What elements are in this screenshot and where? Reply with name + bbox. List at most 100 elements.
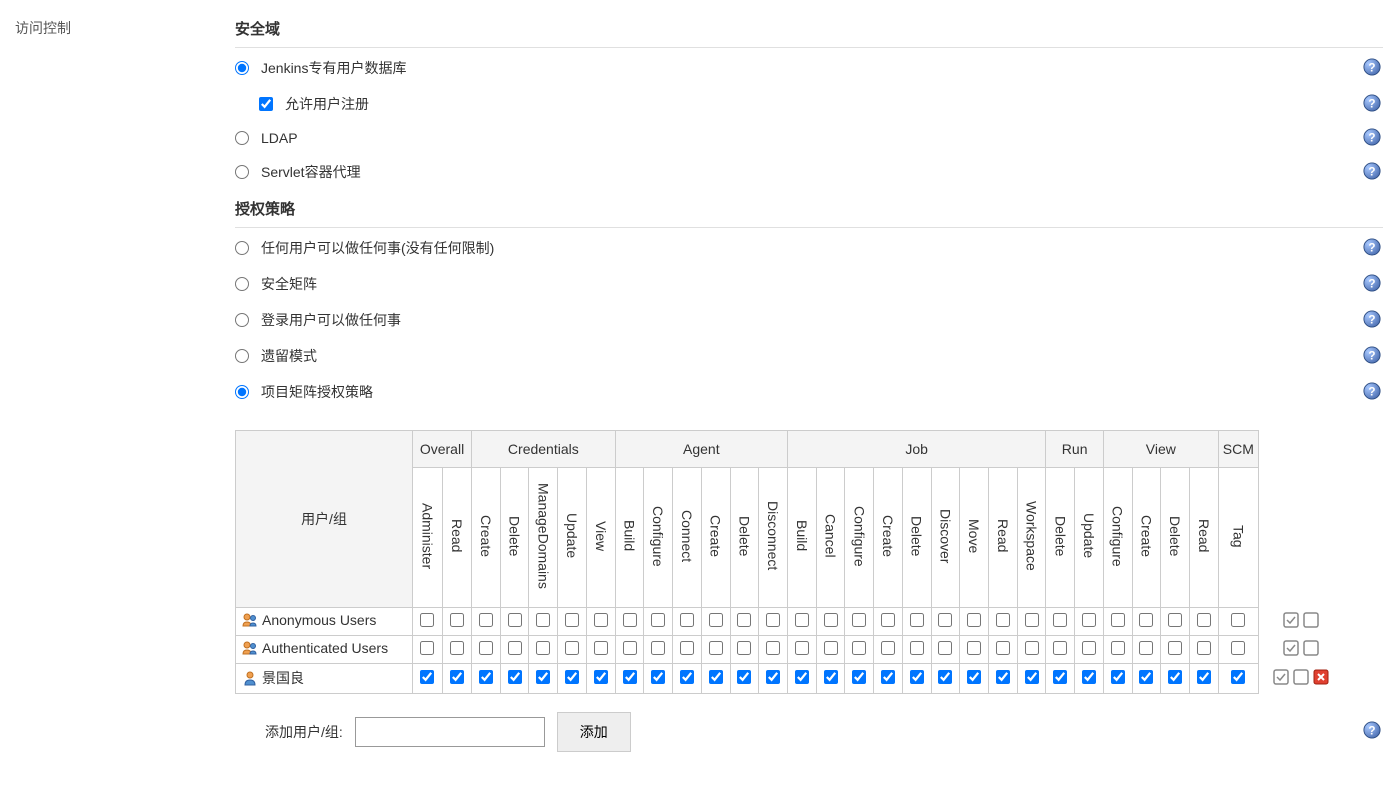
- help-icon[interactable]: ?: [1363, 58, 1381, 79]
- perm-checkbox[interactable]: [508, 613, 522, 627]
- perm-checkbox[interactable]: [938, 641, 952, 655]
- perm-checkbox[interactable]: [709, 641, 723, 655]
- perm-checkbox[interactable]: [536, 641, 550, 655]
- perm-checkbox[interactable]: [508, 641, 522, 655]
- perm-checkbox[interactable]: [479, 613, 493, 627]
- perm-checkbox[interactable]: [1168, 641, 1182, 655]
- perm-checkbox[interactable]: [1231, 641, 1245, 655]
- deselect-all-icon[interactable]: [1303, 640, 1319, 659]
- perm-checkbox[interactable]: [910, 613, 924, 627]
- perm-checkbox[interactable]: [996, 670, 1010, 684]
- perm-checkbox[interactable]: [1082, 641, 1096, 655]
- perm-checkbox[interactable]: [536, 670, 550, 684]
- perm-checkbox[interactable]: [737, 641, 751, 655]
- add-user-input[interactable]: [355, 717, 545, 747]
- deselect-all-icon[interactable]: [1303, 612, 1319, 631]
- perm-checkbox[interactable]: [651, 613, 665, 627]
- perm-checkbox[interactable]: [1025, 670, 1039, 684]
- perm-checkbox[interactable]: [565, 613, 579, 627]
- perm-checkbox[interactable]: [1197, 670, 1211, 684]
- perm-checkbox[interactable]: [680, 641, 694, 655]
- perm-checkbox[interactable]: [737, 613, 751, 627]
- perm-checkbox[interactable]: [1082, 613, 1096, 627]
- perm-checkbox[interactable]: [1168, 670, 1182, 684]
- perm-checkbox[interactable]: [450, 670, 464, 684]
- auth-project-matrix-input[interactable]: [235, 385, 249, 399]
- perm-checkbox[interactable]: [910, 641, 924, 655]
- perm-checkbox[interactable]: [737, 670, 751, 684]
- perm-checkbox[interactable]: [1111, 613, 1125, 627]
- perm-checkbox[interactable]: [420, 641, 434, 655]
- select-all-icon[interactable]: [1283, 612, 1299, 631]
- perm-checkbox[interactable]: [1111, 641, 1125, 655]
- perm-checkbox[interactable]: [1025, 641, 1039, 655]
- perm-checkbox[interactable]: [824, 670, 838, 684]
- perm-checkbox[interactable]: [852, 670, 866, 684]
- perm-checkbox[interactable]: [565, 670, 579, 684]
- perm-checkbox[interactable]: [1082, 670, 1096, 684]
- deselect-all-icon[interactable]: [1293, 669, 1309, 688]
- perm-checkbox[interactable]: [1197, 613, 1211, 627]
- perm-checkbox[interactable]: [996, 641, 1010, 655]
- perm-checkbox[interactable]: [565, 641, 579, 655]
- perm-checkbox[interactable]: [967, 670, 981, 684]
- select-all-icon[interactable]: [1273, 669, 1289, 688]
- perm-checkbox[interactable]: [766, 641, 780, 655]
- perm-checkbox[interactable]: [1139, 641, 1153, 655]
- perm-checkbox[interactable]: [1053, 641, 1067, 655]
- perm-checkbox[interactable]: [795, 613, 809, 627]
- perm-checkbox[interactable]: [795, 641, 809, 655]
- perm-checkbox[interactable]: [1197, 641, 1211, 655]
- realm-ldap-input[interactable]: [235, 131, 249, 145]
- help-icon[interactable]: ?: [1363, 94, 1381, 115]
- perm-checkbox[interactable]: [881, 613, 895, 627]
- help-icon[interactable]: ?: [1363, 721, 1381, 742]
- perm-checkbox[interactable]: [709, 613, 723, 627]
- perm-checkbox[interactable]: [680, 670, 694, 684]
- perm-checkbox[interactable]: [594, 670, 608, 684]
- perm-checkbox[interactable]: [938, 613, 952, 627]
- perm-checkbox[interactable]: [1231, 613, 1245, 627]
- perm-checkbox[interactable]: [594, 613, 608, 627]
- help-icon[interactable]: ?: [1363, 382, 1381, 403]
- perm-checkbox[interactable]: [1139, 613, 1153, 627]
- perm-checkbox[interactable]: [536, 613, 550, 627]
- perm-checkbox[interactable]: [1025, 613, 1039, 627]
- perm-checkbox[interactable]: [881, 670, 895, 684]
- perm-checkbox[interactable]: [938, 670, 952, 684]
- perm-checkbox[interactable]: [1139, 670, 1153, 684]
- help-icon[interactable]: ?: [1363, 128, 1381, 149]
- perm-checkbox[interactable]: [881, 641, 895, 655]
- perm-checkbox[interactable]: [479, 670, 493, 684]
- help-icon[interactable]: ?: [1363, 238, 1381, 259]
- auth-logged-in-input[interactable]: [235, 313, 249, 327]
- delete-row-icon[interactable]: [1313, 669, 1329, 688]
- realm-servlet-input[interactable]: [235, 165, 249, 179]
- perm-checkbox[interactable]: [1053, 613, 1067, 627]
- realm-jenkins-db-input[interactable]: [235, 61, 249, 75]
- perm-checkbox[interactable]: [651, 641, 665, 655]
- perm-checkbox[interactable]: [824, 641, 838, 655]
- auth-legacy-input[interactable]: [235, 349, 249, 363]
- perm-checkbox[interactable]: [680, 613, 694, 627]
- perm-checkbox[interactable]: [1168, 613, 1182, 627]
- perm-checkbox[interactable]: [479, 641, 493, 655]
- perm-checkbox[interactable]: [795, 670, 809, 684]
- perm-checkbox[interactable]: [967, 641, 981, 655]
- perm-checkbox[interactable]: [824, 613, 838, 627]
- help-icon[interactable]: ?: [1363, 162, 1381, 183]
- help-icon[interactable]: ?: [1363, 310, 1381, 331]
- perm-checkbox[interactable]: [996, 613, 1010, 627]
- perm-checkbox[interactable]: [594, 641, 608, 655]
- perm-checkbox[interactable]: [1231, 670, 1245, 684]
- perm-checkbox[interactable]: [508, 670, 522, 684]
- perm-checkbox[interactable]: [450, 641, 464, 655]
- allow-signup-input[interactable]: [259, 97, 273, 111]
- perm-checkbox[interactable]: [623, 641, 637, 655]
- add-button[interactable]: 添加: [557, 712, 631, 752]
- help-icon[interactable]: ?: [1363, 274, 1381, 295]
- perm-checkbox[interactable]: [420, 613, 434, 627]
- select-all-icon[interactable]: [1283, 640, 1299, 659]
- perm-checkbox[interactable]: [623, 670, 637, 684]
- perm-checkbox[interactable]: [623, 613, 637, 627]
